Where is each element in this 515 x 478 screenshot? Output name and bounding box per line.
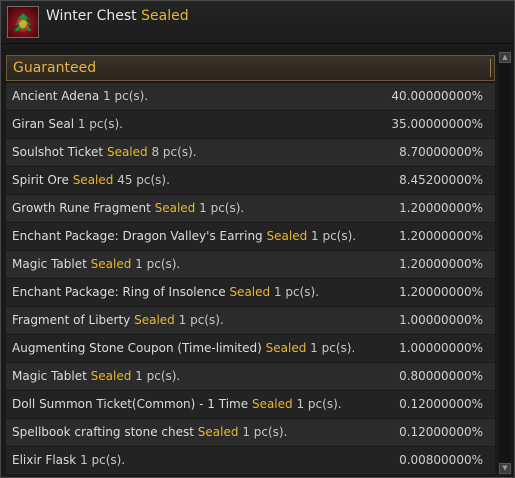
item-quantity: 1 pc(s). (103, 89, 149, 103)
section-guaranteed: Guaranteed (6, 55, 495, 81)
item-quantity: 1 pc(s). (80, 453, 126, 467)
item-chance: 0.12000000% (399, 397, 483, 411)
scroll-down-icon[interactable]: ▼ (499, 463, 511, 474)
item-chance: 40.00000000% (391, 89, 483, 103)
reward-row[interactable]: Spirit Ore Sealed 45 pc(s). 8.45200000% (6, 167, 495, 194)
item-sealed-tag: Sealed (90, 257, 132, 271)
item-quantity: 45 pc(s). (117, 173, 170, 187)
reward-name: Spirit Ore Sealed 45 pc(s). (12, 173, 170, 187)
title-text: Winter Chest (46, 8, 137, 24)
item-name: Elixir Flask (12, 453, 77, 467)
item-name: Magic Tablet (12, 257, 87, 271)
item-quantity: 1 pc(s). (178, 313, 224, 327)
item-chance: 8.70000000% (399, 145, 483, 159)
item-quantity: 8 pc(s). (151, 145, 197, 159)
item-chance: 0.00800000% (399, 453, 483, 467)
item-chance: 8.45200000% (399, 173, 483, 187)
item-name: Enchant Package: Dragon Valley's Earring (12, 229, 263, 243)
reward-name: Fragment of Liberty Sealed 1 pc(s). (12, 313, 224, 327)
item-quantity: 1 pc(s). (273, 285, 320, 299)
section-label: Guaranteed (13, 60, 97, 76)
reward-name: Doll Summon Ticket(Common) - 1 Time Seal… (12, 397, 342, 411)
item-quantity: 1 pc(s). (135, 257, 181, 271)
item-chance: 1.00000000% (399, 313, 483, 327)
reward-row[interactable]: Augmenting Stone Coupon (Time-limited) S… (6, 335, 495, 362)
item-name: Soulshot Ticket (12, 145, 104, 159)
window-title: Winter Chest Sealed (46, 8, 189, 24)
item-sealed-tag: Sealed (134, 313, 175, 327)
item-sealed-tag: Sealed (197, 425, 239, 439)
reward-name: Enchant Package: Ring of Insolence Seale… (12, 285, 319, 299)
item-sealed-tag: Sealed (154, 201, 196, 215)
item-chance: 1.20000000% (399, 285, 483, 299)
item-name: Spellbook crafting stone chest (12, 425, 194, 439)
item-chance: 1.20000000% (399, 229, 483, 243)
reward-row[interactable]: Ancient Adena 1 pc(s). 40.00000000% (6, 83, 495, 110)
scroll-up-icon[interactable]: ▲ (499, 52, 511, 63)
item-name: Augmenting Stone Coupon (Time-limited) (12, 341, 262, 355)
title-sealed-tag: Sealed (141, 8, 189, 24)
item-sealed-tag: Sealed (72, 173, 114, 187)
reward-row[interactable]: Giran Seal 1 pc(s). 35.00000000% (6, 111, 495, 138)
item-sealed-tag: Sealed (265, 341, 307, 355)
reward-name: Augmenting Stone Coupon (Time-limited) S… (12, 341, 355, 355)
item-sealed-tag: Sealed (251, 397, 293, 411)
reward-name: Growth Rune Fragment Sealed 1 pc(s). (12, 201, 244, 215)
item-sealed-tag: Sealed (229, 285, 271, 299)
item-info-window: Winter Chest Sealed Guaranteed Ancient A… (0, 0, 515, 478)
reward-row[interactable]: Enchant Package: Ring of Insolence Seale… (6, 279, 495, 306)
item-chance: 0.12000000% (399, 425, 483, 439)
list-scrollbar[interactable]: ▲ ▼ (499, 52, 511, 474)
reward-name: Enchant Package: Dragon Valley's Earring… (12, 229, 356, 243)
item-chance: 0.80000000% (399, 369, 483, 383)
item-sealed-tag: Sealed (90, 369, 132, 383)
reward-name: Soulshot Ticket Sealed 8 pc(s). (12, 145, 197, 159)
reward-row[interactable]: Magic Tablet Sealed 1 pc(s). 1.20000000% (6, 251, 495, 278)
item-name: Growth Rune Fragment (12, 201, 151, 215)
reward-row[interactable]: Growth Rune Fragment Sealed 1 pc(s). 1.20… (6, 195, 495, 222)
item-name: Giran Seal (12, 117, 75, 131)
window-header: Winter Chest Sealed (1, 1, 514, 44)
reward-row[interactable]: Elixir Flask 1 pc(s). 0.00800000% (6, 447, 495, 474)
item-quantity: 1 pc(s). (311, 229, 357, 243)
reward-row[interactable]: Spellbook crafting stone chest Sealed 1 … (6, 419, 495, 446)
item-name: Enchant Package: Ring of Insolence (12, 285, 226, 299)
item-quantity: 1 pc(s). (310, 341, 356, 355)
reward-name: Spellbook crafting stone chest Sealed 1 … (12, 425, 287, 439)
reward-name: Elixir Flask 1 pc(s). (12, 453, 125, 467)
item-name: Doll Summon Ticket(Common) - 1 Time (12, 397, 249, 411)
item-quantity: 1 pc(s). (296, 397, 342, 411)
item-quantity: 1 pc(s). (135, 369, 181, 383)
reward-row[interactable]: Enchant Package: Dragon Valley's Earring… (6, 223, 495, 250)
reward-name: Giran Seal 1 pc(s). (12, 117, 123, 131)
winter-chest-icon (7, 6, 39, 38)
item-chance: 1.20000000% (399, 201, 483, 215)
item-name: Magic Tablet (12, 369, 87, 383)
reward-row[interactable]: Fragment of Liberty Sealed 1 pc(s). 1.000… (6, 307, 495, 334)
item-sealed-tag: Sealed (266, 229, 308, 243)
reward-name: Magic Tablet Sealed 1 pc(s). (12, 257, 180, 271)
item-name: Spirit Ore (12, 173, 69, 187)
item-chance: 1.20000000% (399, 257, 483, 271)
reward-rows: Ancient Adena 1 pc(s). 40.00000000% Giran … (6, 83, 495, 474)
item-sealed-tag: Sealed (106, 145, 148, 159)
item-name: Ancient Adena (12, 89, 100, 103)
item-chance: 35.00000000% (391, 117, 483, 131)
item-quantity: 1 pc(s). (242, 425, 288, 439)
reward-list[interactable]: Guaranteed Ancient Adena 1 pc(s). 40.0000… (6, 52, 495, 474)
reward-name: Ancient Adena 1 pc(s). (12, 89, 148, 103)
reward-row[interactable]: Doll Summon Ticket(Common) - 1 Time Seal… (6, 391, 495, 418)
item-quantity: 1 pc(s). (199, 201, 245, 215)
item-chance: 1.00000000% (399, 341, 483, 355)
item-quantity: 1 pc(s). (77, 117, 123, 131)
reward-name: Magic Tablet Sealed 1 pc(s). (12, 369, 180, 383)
reward-row[interactable]: Soulshot Ticket Sealed 8 pc(s). 8.7000000… (6, 139, 495, 166)
reward-row[interactable]: Magic Tablet Sealed 1 pc(s). 0.80000000% (6, 363, 495, 390)
item-name: Fragment of Liberty (12, 313, 131, 327)
